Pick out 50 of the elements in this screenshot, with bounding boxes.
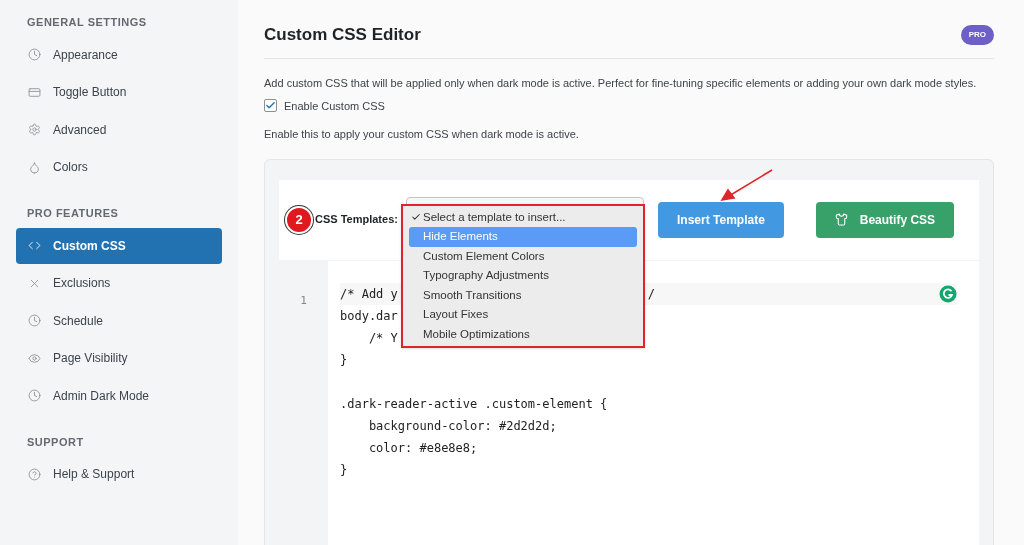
- sidebar-item[interactable]: Exclusions: [16, 265, 222, 301]
- checkbox[interactable]: [264, 99, 277, 113]
- sidebar-item[interactable]: Page Visibility: [16, 340, 222, 376]
- dropdown-option[interactable]: Smooth Transitions: [409, 285, 637, 305]
- clock-icon: [28, 389, 41, 402]
- card-icon: [28, 85, 41, 99]
- check-icon: [411, 212, 421, 223]
- pointer-arrow: [719, 167, 775, 202]
- clock-icon: [28, 48, 41, 61]
- section-heading: SUPPORT: [26, 434, 85, 450]
- droplet-icon: [28, 160, 41, 174]
- sidebar-item[interactable]: Admin Dark Mode: [16, 377, 222, 414]
- grammar-check-icon: [939, 284, 957, 303]
- step-badge: 2: [285, 205, 313, 234]
- sidebar-item[interactable]: Advanced: [16, 111, 222, 148]
- section-heading: PRO FEATURES: [26, 206, 120, 221]
- description: Add custom CSS that will be applied only when dark mode is active. Perfect for fine-tuning specific elements or adding your own dark mode styles.: [264, 75, 978, 91]
- code-line: body.dar: [340, 307, 398, 325]
- gear-icon: [28, 123, 41, 136]
- page-title: Custom CSS Editor: [264, 24, 421, 46]
- dropdown-option[interactable]: Custom Element Colors: [409, 246, 637, 266]
- pro-badge: PRO: [960, 24, 994, 45]
- hint-text: Enable this to apply your custom CSS when dark mode is active.: [264, 127, 580, 142]
- code-line: color: #e8e8e8;: [367, 439, 478, 457]
- dropdown-option[interactable]: Layout Fixes: [409, 305, 637, 325]
- code-line: /* Add y: [340, 285, 398, 303]
- sidebar-item[interactable]: Schedule: [16, 302, 222, 339]
- dropdown-option[interactable]: Typography Adjustments: [409, 266, 637, 286]
- sidebar-item[interactable]: Help & Support: [16, 456, 222, 492]
- sidebar-item[interactable]: Toggle Button: [16, 74, 222, 110]
- dropdown-option[interactable]: Select a template to insert...: [409, 207, 637, 227]
- eye-icon: [28, 351, 41, 365]
- code-line: /* Y: [367, 329, 398, 347]
- sidebar-item[interactable]: Custom CSS: [16, 227, 222, 264]
- shirt-icon: [834, 213, 848, 226]
- clock-icon: [28, 314, 41, 327]
- section-heading: GENERAL SETTINGS: [26, 15, 148, 30]
- checkbox-label: Enable Custom CSS: [284, 98, 385, 114]
- code-line: /: [647, 285, 655, 303]
- code-line: }: [340, 461, 348, 479]
- code-line: background-color: #2d2d2d;: [367, 417, 557, 435]
- code-line: .dark-reader-active .custom-element {: [340, 395, 608, 413]
- code-line: }: [340, 351, 348, 369]
- sidebar-item[interactable]: Colors: [16, 149, 222, 185]
- templates-label: CSS Templates:: [315, 212, 398, 228]
- sidebar-item[interactable]: Appearance: [16, 36, 222, 73]
- help-icon: [28, 467, 41, 481]
- code-icon: [28, 239, 41, 252]
- dropdown-option[interactable]: Mobile Optimizations: [409, 324, 637, 344]
- line-number: 1: [300, 293, 307, 307]
